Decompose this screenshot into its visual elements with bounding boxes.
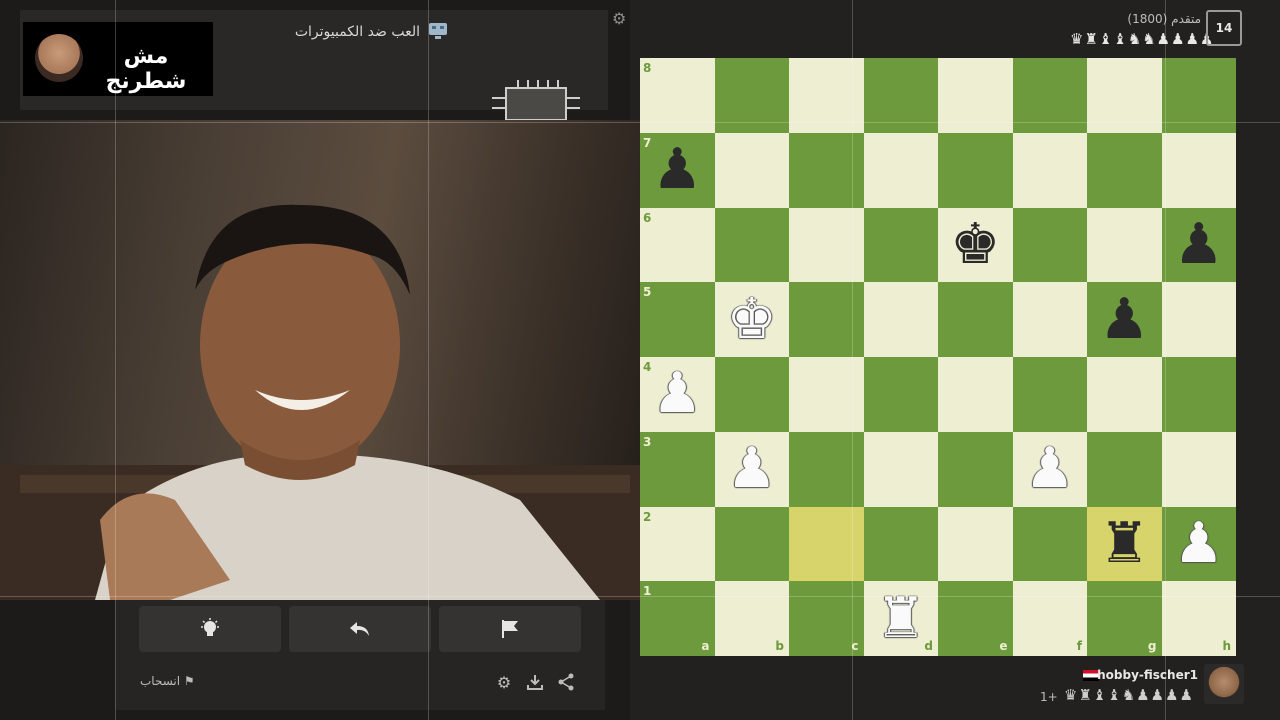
square-b1[interactable]: b bbox=[714, 581, 789, 656]
download-icon[interactable] bbox=[525, 672, 545, 692]
square-d7[interactable] bbox=[863, 132, 938, 208]
file-label: f bbox=[1076, 639, 1082, 653]
chess-board[interactable]: 8 7 6 5 4 3 2 1 a b c d e f g h ♟ ♚ ♟ ♚ ♟ ♟ ♟ ♟ ♜ ♟ ♜ bbox=[640, 58, 1236, 656]
square-f5[interactable] bbox=[1012, 282, 1087, 357]
square-e5[interactable] bbox=[938, 282, 1013, 357]
overlay-grid-line bbox=[0, 596, 1280, 597]
file-label: h bbox=[1222, 639, 1231, 653]
rank-label: 8 bbox=[643, 61, 652, 75]
share-icon[interactable] bbox=[556, 672, 576, 692]
square-b2[interactable] bbox=[714, 506, 789, 582]
overlay-grid-line bbox=[0, 122, 1280, 123]
black-piece-g5[interactable]: ♟ bbox=[1087, 282, 1162, 357]
overlay-grid-line bbox=[428, 0, 429, 720]
resign-label: انسحاب bbox=[140, 674, 181, 688]
square-h4[interactable] bbox=[1161, 357, 1236, 432]
file-label: e bbox=[999, 639, 1008, 653]
player-material-score: 1+ bbox=[1040, 690, 1058, 704]
overlay-grid-line bbox=[852, 0, 853, 720]
square-f4[interactable] bbox=[1012, 357, 1087, 432]
square-f1[interactable]: f bbox=[1012, 581, 1087, 656]
square-d3[interactable] bbox=[863, 431, 938, 507]
webcam-feed bbox=[0, 120, 640, 600]
app-window: العب ضد الكمبيوترات ⚙ مش شطرنج 87654 3 2… bbox=[0, 0, 1280, 720]
square-a1[interactable]: 1a bbox=[640, 581, 715, 656]
small-flag-icon: ⚑ bbox=[183, 674, 195, 688]
white-piece-f3[interactable]: ♟ bbox=[1013, 432, 1088, 507]
webcam-figure bbox=[0, 204, 640, 600]
square-g4[interactable] bbox=[1087, 357, 1162, 432]
black-piece-a7[interactable]: ♟ bbox=[640, 133, 715, 208]
square-g3[interactable] bbox=[1087, 431, 1162, 507]
square-d6[interactable] bbox=[863, 207, 938, 283]
channel-avatar bbox=[35, 34, 83, 82]
white-piece-d1[interactable]: ♜ bbox=[864, 581, 939, 656]
settings-gear-icon[interactable]: ⚙ bbox=[494, 672, 514, 692]
square-e7[interactable] bbox=[938, 132, 1013, 208]
square-b4[interactable] bbox=[714, 357, 789, 432]
white-piece-h2[interactable]: ♟ bbox=[1162, 507, 1237, 582]
undo-button[interactable] bbox=[289, 606, 431, 652]
undo-arrow-icon bbox=[350, 622, 369, 636]
white-piece-b5[interactable]: ♚ bbox=[715, 282, 790, 357]
square-f6[interactable] bbox=[1012, 207, 1087, 283]
player-name[interactable]: hobby-fischer1 bbox=[1082, 668, 1198, 682]
rank-label: 3 bbox=[643, 434, 652, 449]
square-a5[interactable]: 5 bbox=[640, 282, 715, 357]
opponent-engine-icon: 14 bbox=[1206, 10, 1242, 46]
square-d5[interactable] bbox=[863, 282, 938, 357]
hint-button[interactable] bbox=[139, 606, 281, 652]
square-g6[interactable] bbox=[1087, 207, 1162, 283]
square-f2[interactable] bbox=[1012, 506, 1087, 582]
resign-flag-button[interactable] bbox=[439, 606, 581, 652]
engine-chip-icon bbox=[492, 80, 580, 120]
lightbulb-icon bbox=[201, 618, 219, 636]
square-g1[interactable]: g bbox=[1087, 581, 1162, 656]
square-e1[interactable]: e bbox=[938, 581, 1013, 656]
square-e2[interactable] bbox=[938, 506, 1013, 582]
square-h3[interactable] bbox=[1161, 431, 1236, 507]
white-piece-a4[interactable]: ♟ bbox=[640, 357, 715, 432]
rank-label: 2 bbox=[643, 509, 652, 524]
square-b7[interactable] bbox=[714, 132, 789, 208]
square-d2[interactable] bbox=[863, 506, 938, 582]
computer-monitor-icon bbox=[429, 23, 447, 39]
flag-icon bbox=[502, 620, 518, 638]
square-d4[interactable] bbox=[863, 357, 938, 432]
file-label: a bbox=[701, 639, 710, 653]
square-g7[interactable] bbox=[1087, 132, 1162, 208]
white-piece-b3[interactable]: ♟ bbox=[715, 432, 790, 507]
opponent-captured-pieces: ♛♜♝♝♞♞♟♟♟♟ bbox=[1070, 30, 1215, 48]
rank-label: 5 bbox=[643, 285, 652, 300]
player-avatar[interactable] bbox=[1204, 664, 1244, 704]
square-b6[interactable] bbox=[714, 207, 789, 283]
opponent-name: متقدم (1800) bbox=[1127, 12, 1201, 26]
square-e3[interactable] bbox=[938, 431, 1013, 507]
square-h7[interactable] bbox=[1161, 132, 1236, 208]
overlay-grid-line bbox=[1165, 0, 1166, 720]
square-a3[interactable]: 3 bbox=[640, 431, 715, 507]
channel-name: مش شطرنج bbox=[105, 44, 187, 94]
file-label: b bbox=[775, 639, 784, 653]
square-h1[interactable]: h bbox=[1161, 581, 1236, 656]
gear-icon[interactable]: ⚙ bbox=[612, 10, 630, 28]
black-piece-h6[interactable]: ♟ bbox=[1162, 208, 1237, 283]
file-label: g bbox=[1147, 639, 1157, 653]
mode-title: العب ضد الكمبيوترات bbox=[294, 24, 420, 40]
square-a2[interactable]: 2 bbox=[640, 506, 715, 582]
square-h5[interactable] bbox=[1161, 282, 1236, 357]
square-a6[interactable]: 6 bbox=[640, 207, 715, 283]
black-piece-g2[interactable]: ♜ bbox=[1087, 507, 1162, 582]
black-piece-e6[interactable]: ♚ bbox=[938, 208, 1013, 283]
resign-link[interactable]: ⚑ انسحاب bbox=[140, 674, 195, 688]
rank-label: 6 bbox=[643, 210, 652, 225]
player-captured-pieces: ♛♜♝♝♞♟♟♟♟ bbox=[1064, 686, 1195, 704]
channel-logo: مش شطرنج bbox=[23, 22, 213, 96]
square-e4[interactable] bbox=[938, 357, 1013, 432]
square-f7[interactable] bbox=[1012, 132, 1087, 208]
overlay-grid-line bbox=[115, 0, 116, 720]
